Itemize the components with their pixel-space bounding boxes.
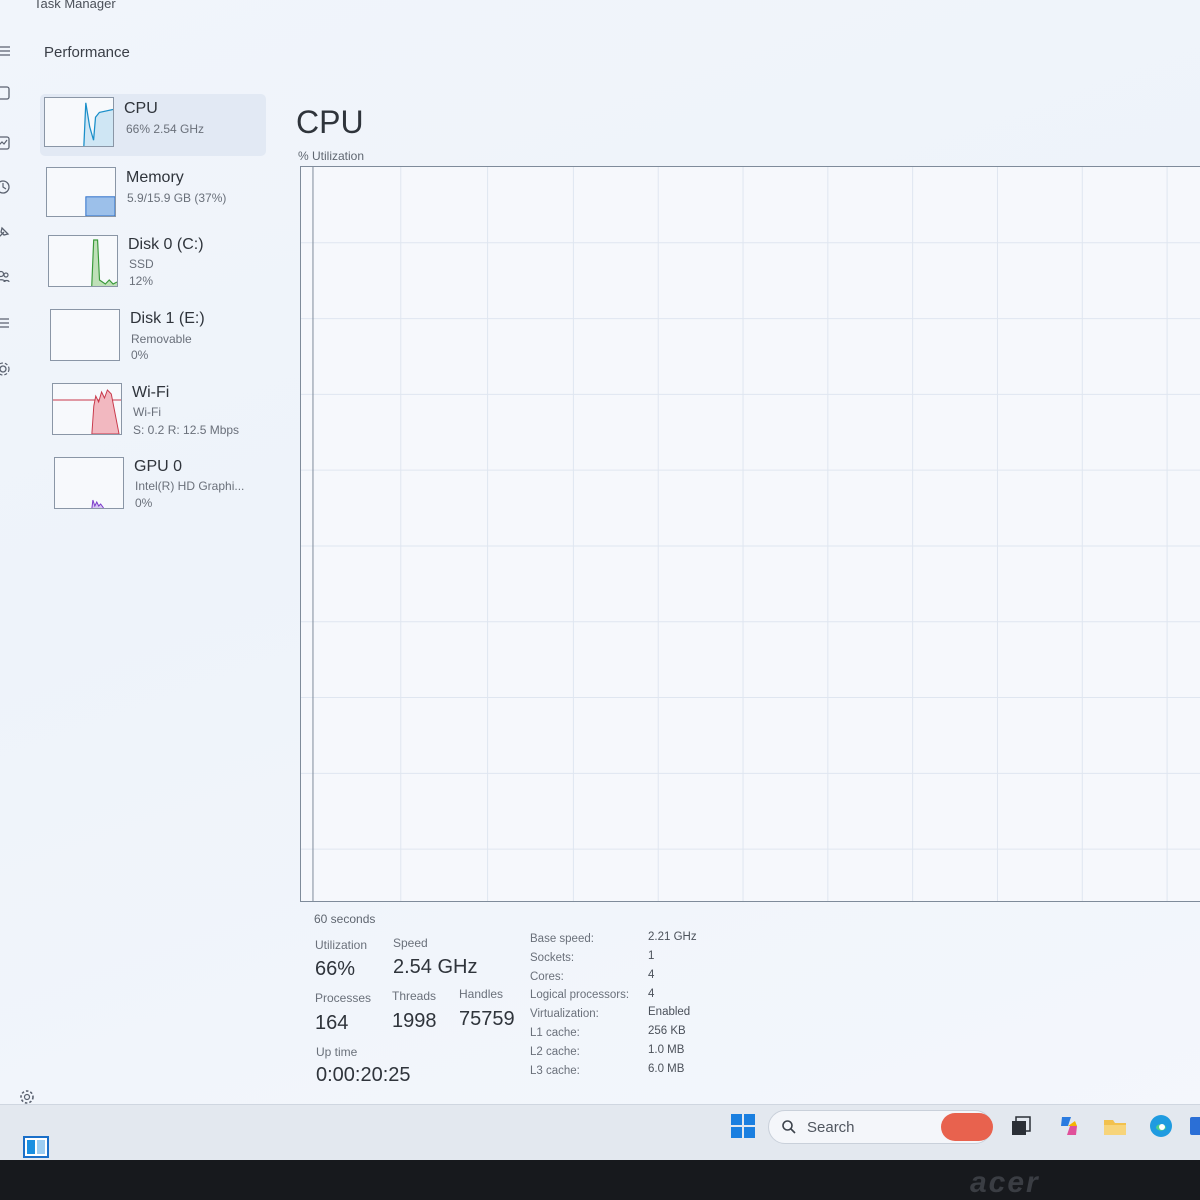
detail-value: 256 KB [648,1025,686,1037]
utilization-axis-label: % Utilization [298,149,365,163]
processes-icon[interactable] [0,84,12,102]
detail-value: Enabled [648,1006,691,1018]
hamburger-menu-icon[interactable] [0,42,12,60]
sidebar-item-detail: Intel(R) HD Graphi... [135,479,245,493]
detail-label: L1 cache: [530,1027,580,1039]
details-icon[interactable] [0,314,12,332]
sidebar-item-cpu[interactable]: CPU 66% 2.54 GHz [40,94,266,156]
page-title: Performance [44,44,130,61]
cpu-heading: CPU [296,104,364,140]
monitor-brand-logo: acer [970,1166,1040,1199]
detail-label: Logical processors: [530,989,630,1001]
sidebar-item-detail: SSD [129,257,154,271]
uptime-label: Up time [316,1045,358,1059]
sidebar-item-detail: 66% 2.54 GHz [126,122,205,136]
sidebar-item-detail: Removable [131,332,192,346]
services-icon[interactable] [0,360,12,378]
sidebar-item-label: Memory [126,169,184,186]
handles-label: Handles [459,987,504,1001]
detail-label: Virtualization: [530,1008,599,1020]
edge-browser-icon[interactable] [1148,1113,1174,1139]
detail-value: 1.0 MB [648,1044,685,1056]
sidebar-item-disk-1[interactable]: Disk 1 (E:) Removable 0% [40,306,266,368]
sidebar-item-memory[interactable]: Memory 5.9/15.9 GB (37%) [40,164,266,226]
detail-value: 1 [648,950,655,962]
threads-label: Threads [392,989,437,1003]
search-highlight-image [941,1113,993,1141]
handles-value: 75759 [459,1008,515,1030]
detail-value: 2.21 GHz [648,931,697,943]
sidebar-item-usage: 0% [131,348,149,362]
taskbar-app-icon[interactable] [1190,1113,1200,1139]
sidebar-item-label: CPU [124,100,158,117]
window-title: Task Manager [34,0,116,11]
detail-label: Cores: [530,971,564,983]
screen: Task Manager Performance CPU 66% 2.54 GH… [0,0,1200,1162]
startup-icon[interactable] [0,224,12,242]
detail-value: 6.0 MB [648,1063,685,1075]
taskbar: Search [0,1104,1200,1160]
users-icon[interactable] [0,268,12,286]
utilization-label: Utilization [315,938,368,952]
task-view-icon[interactable] [1008,1113,1034,1139]
sidebar-item-label: Disk 1 (E:) [130,310,205,327]
sidebar-item-label: GPU 0 [134,458,183,475]
detail-label: L2 cache: [530,1046,580,1058]
search-placeholder: Search [807,1119,855,1136]
detail-label: Base speed: [530,933,594,945]
sidebar-item-wifi[interactable]: Wi-Fi Wi-Fi S: 0.2 R: 12.5 Mbps [40,380,266,442]
cpu-utilization-graph [300,166,1200,902]
windows-start-icon[interactable] [730,1113,756,1139]
sidebar-item-usage: S: 0.2 R: 12.5 Mbps [133,423,240,437]
detail-value: 4 [648,988,655,1000]
sidebar-item-usage: 12% [129,274,154,288]
sidebar-item-usage: 0% [135,496,153,510]
search-icon [781,1119,797,1135]
detail-label: L3 cache: [530,1065,580,1077]
graph-grid [301,167,1200,901]
app-history-icon[interactable] [0,178,12,196]
utilization-value: 66% [315,958,356,980]
sidebar-item-gpu-0[interactable]: GPU 0 Intel(R) HD Graphi... 0% [40,454,266,516]
sidebar-item-label: Wi-Fi [132,384,170,401]
uptime-value: 0:00:20:25 [316,1064,411,1086]
time-axis-label: 60 seconds [314,912,376,926]
taskbar-search-box[interactable]: Search [768,1110,993,1144]
cpu-thumbnail-graph [44,97,114,147]
nav-rail [0,28,22,1118]
memory-thumbnail-graph [46,167,116,217]
processes-value: 164 [315,1012,349,1034]
performance-icon[interactable] [0,134,12,152]
detail-value: 4 [648,969,655,981]
detail-label: Sockets: [530,952,575,964]
sidebar-item-detail: Wi-Fi [133,405,161,419]
sidebar-item-detail: 5.9/15.9 GB (37%) [127,191,227,205]
speed-label: Speed [393,936,428,950]
widgets-icon[interactable] [22,1133,50,1159]
copilot-icon[interactable] [1056,1113,1082,1139]
disk1-thumbnail-graph [50,309,120,361]
sidebar-item-disk-0[interactable]: Disk 0 (C:) SSD 12% [40,232,266,294]
file-explorer-icon[interactable] [1102,1113,1128,1139]
processes-label: Processes [315,991,372,1005]
gpu-thumbnail-graph [54,457,124,509]
speed-value: 2.54 GHz [393,956,478,978]
sidebar-item-label: Disk 0 (C:) [128,236,204,253]
disk0-thumbnail-graph [48,235,118,287]
wifi-thumbnail-graph [52,383,122,435]
threads-value: 1998 [392,1010,437,1032]
